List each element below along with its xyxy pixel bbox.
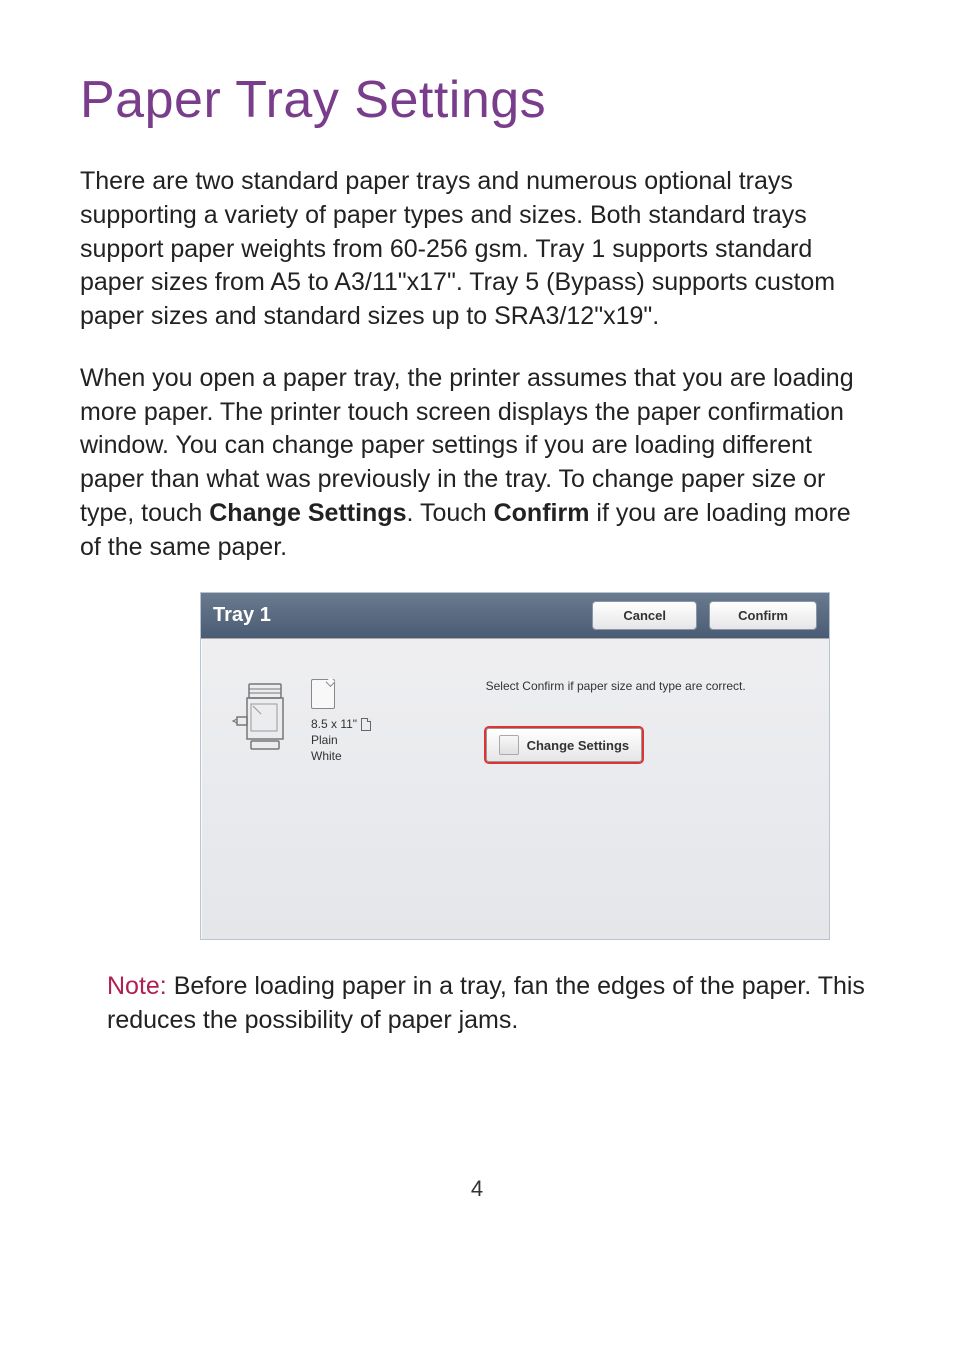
dialog-body: 8.5 x 11" Plain White Select Confirm if …: [201, 639, 829, 939]
paper-type-text: Plain: [311, 733, 371, 747]
note-body: Before loading paper in a tray, fan the …: [107, 972, 865, 1034]
para2-bold2: Confirm: [494, 499, 590, 527]
paper-sheet-icon: [311, 679, 335, 709]
printer-tray-icon: [231, 679, 291, 754]
paper-info: 8.5 x 11" Plain White: [311, 679, 371, 763]
dialog-header-buttons: Cancel Confirm: [592, 601, 817, 630]
cancel-button[interactable]: Cancel: [592, 601, 697, 630]
note-paragraph: Note: Before loading paper in a tray, fa…: [80, 970, 874, 1038]
note-label: Note:: [107, 972, 167, 1000]
change-settings-label: Change Settings: [527, 738, 630, 753]
paper-size-text: 8.5 x 11": [311, 717, 357, 731]
paper-color-text: White: [311, 749, 371, 763]
paper-icon-row: [311, 679, 371, 709]
dialog-header: Tray 1 Cancel Confirm: [201, 593, 829, 639]
paper-size-row: 8.5 x 11": [311, 717, 371, 731]
tray-dialog-screenshot: Tray 1 Cancel Confirm: [200, 592, 830, 940]
page-number: 4: [471, 1176, 483, 1202]
intro-paragraph-1: There are two standard paper trays and n…: [80, 165, 874, 334]
intro-paragraph-2: When you open a paper tray, the printer …: [80, 362, 874, 565]
change-settings-button[interactable]: Change Settings: [486, 728, 643, 762]
dialog-instruction: Select Confirm if paper size and type ar…: [486, 679, 809, 693]
orientation-icon: [361, 718, 371, 731]
page-title: Paper Tray Settings: [80, 70, 874, 130]
para2-part2: . Touch: [407, 499, 494, 527]
dialog-left-panel: 8.5 x 11" Plain White: [221, 669, 486, 859]
dialog-right-panel: Select Confirm if paper size and type ar…: [486, 669, 809, 859]
change-settings-icon: [499, 735, 519, 755]
confirm-button[interactable]: Confirm: [709, 601, 817, 630]
dialog-title: Tray 1: [213, 604, 271, 627]
para2-bold1: Change Settings: [209, 499, 406, 527]
